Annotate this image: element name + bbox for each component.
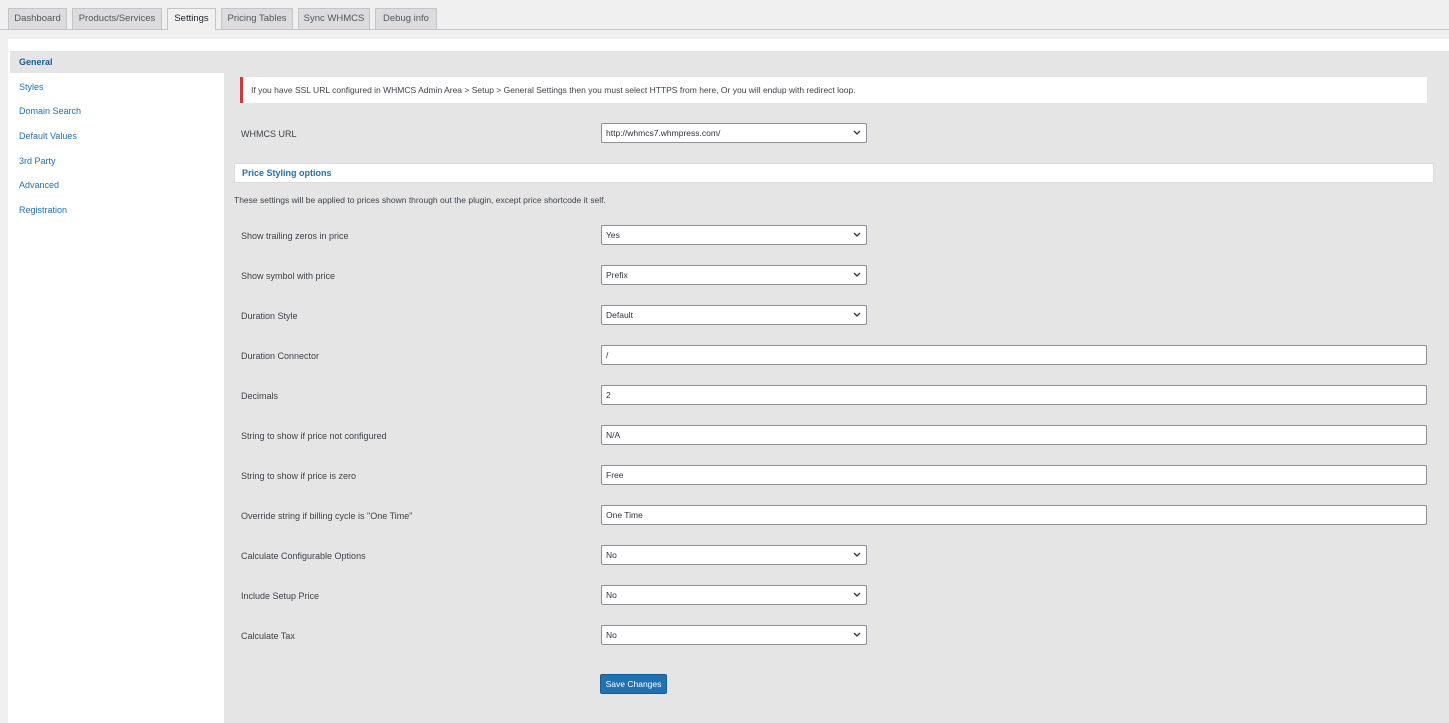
duration-style-label: Duration Style (241, 311, 298, 321)
duration-style-value: Default (606, 310, 633, 320)
tab-pricing-tables[interactable]: Pricing Tables (221, 8, 293, 29)
symbol-with-price-label: Show symbol with price (241, 271, 336, 281)
configurable-options-value: No (606, 550, 617, 560)
chevron-down-icon (853, 272, 861, 277)
sidebar-item-advanced[interactable]: Advanced (10, 174, 224, 196)
price-styling-description: These settings will be applied to prices… (234, 195, 606, 205)
sidebar-item-domain-search[interactable]: Domain Search (10, 100, 224, 122)
whmcs-url-value: http://whmcs7.whmpress.com/ (606, 128, 721, 138)
save-changes-button[interactable]: Save Changes (600, 674, 667, 694)
chevron-down-icon (853, 552, 861, 557)
one-time-override-input[interactable]: One Time (601, 505, 1427, 525)
calculate-tax-value: No (606, 630, 617, 640)
sidebar-item-general[interactable]: General (10, 51, 224, 73)
tab-settings[interactable]: Settings (167, 8, 216, 30)
sidebar-item-3rd-party[interactable]: 3rd Party (10, 150, 224, 172)
tab-sync-whmcs[interactable]: Sync WHMCS (298, 8, 370, 29)
calculate-tax-label: Calculate Tax (241, 631, 295, 641)
sidebar-item-default-values[interactable]: Default Values (10, 125, 224, 147)
trailing-zeros-select[interactable]: Yes (601, 225, 867, 245)
setup-price-label: Include Setup Price (241, 591, 320, 601)
chevron-down-icon (853, 632, 861, 637)
tab-dashboard[interactable]: Dashboard (8, 8, 67, 29)
symbol-with-price-value: Prefix (606, 270, 628, 280)
price-styling-header: Price Styling options (234, 163, 1434, 183)
calculate-tax-select[interactable]: No (601, 625, 867, 645)
setup-price-value: No (606, 590, 617, 600)
decimals-label: Decimals (241, 391, 279, 401)
duration-connector-input[interactable]: / (601, 345, 1427, 365)
chevron-down-icon (853, 312, 861, 317)
price-not-configured-input[interactable]: N/A (601, 425, 1427, 445)
price-zero-input[interactable]: Free (601, 465, 1427, 485)
trailing-zeros-value: Yes (606, 230, 620, 240)
one-time-override-label: Override string if billing cycle is "One… (241, 511, 413, 521)
whmcs-url-select[interactable]: http://whmcs7.whmpress.com/ (601, 123, 867, 143)
duration-connector-label: Duration Connector (241, 351, 320, 361)
decimals-input[interactable]: 2 (601, 385, 1427, 405)
tab-products-services[interactable]: Products/Services (72, 8, 162, 29)
sidebar-item-styles[interactable]: Styles (10, 76, 224, 98)
ssl-warning-notice: If you have SSL URL configured in WHMCS … (240, 77, 1427, 103)
duration-style-select[interactable]: Default (601, 305, 867, 325)
chevron-down-icon (853, 232, 861, 237)
whmcs-url-label: WHMCS URL (241, 129, 297, 139)
configurable-options-label: Calculate Configurable Options (241, 551, 366, 561)
setup-price-select[interactable]: No (601, 585, 867, 605)
settings-sidebar: General Styles Domain Search Default Val… (10, 51, 224, 723)
chevron-down-icon (853, 130, 861, 135)
symbol-with-price-select[interactable]: Prefix (601, 265, 867, 285)
configurable-options-select[interactable]: No (601, 545, 867, 565)
chevron-down-icon (853, 592, 861, 597)
sidebar-item-registration[interactable]: Registration (10, 199, 224, 221)
trailing-zeros-label: Show trailing zeros in price (241, 231, 349, 241)
top-tab-bar: Dashboard Products/Services Settings Pri… (0, 0, 1449, 30)
price-not-configured-label: String to show if price not configured (241, 431, 387, 441)
price-zero-label: String to show if price is zero (241, 471, 357, 481)
tab-debug-info[interactable]: Debug info (375, 8, 437, 29)
